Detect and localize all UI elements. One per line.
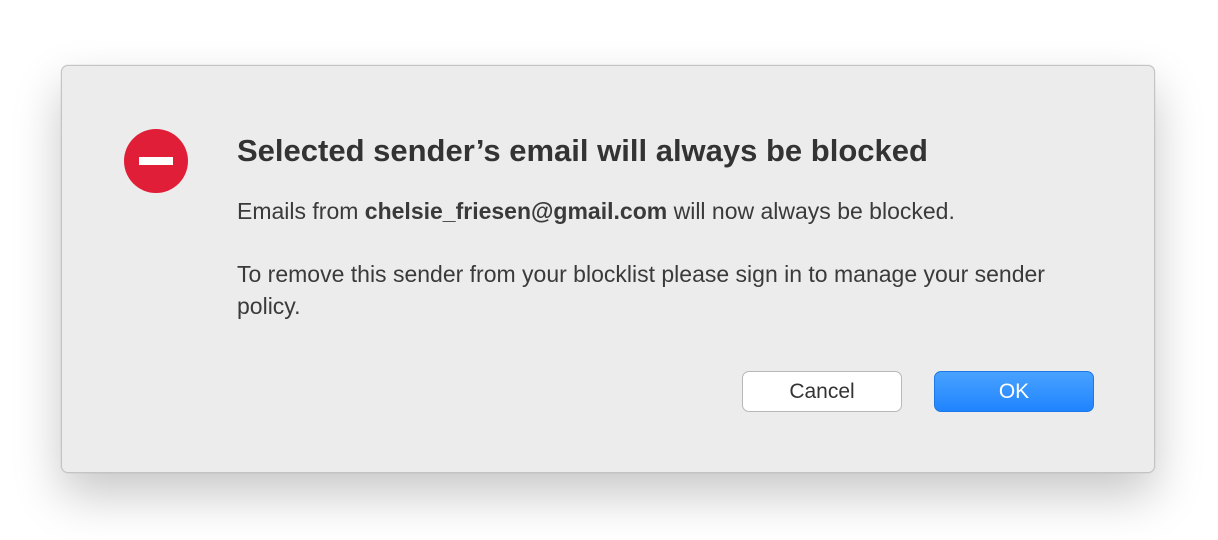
cancel-button[interactable]: Cancel bbox=[742, 371, 902, 412]
stop-icon-bar bbox=[139, 157, 173, 165]
dialog-instructions: To remove this sender from your blocklis… bbox=[237, 261, 1045, 319]
alert-dialog: Selected sender’s email will always be b… bbox=[61, 65, 1155, 473]
stop-icon bbox=[124, 129, 188, 193]
message-suffix: will now always be blocked. bbox=[667, 198, 955, 224]
dialog-content: Selected sender’s email will always be b… bbox=[237, 130, 1117, 322]
message-prefix: Emails from bbox=[237, 198, 365, 224]
sender-email: chelsie_friesen@gmail.com bbox=[364, 198, 668, 224]
dialog-title: Selected sender’s email will always be b… bbox=[237, 133, 928, 168]
ok-button[interactable]: OK bbox=[934, 371, 1094, 412]
dialog-message: Emails from chelsie_friesen@gmail.com wi… bbox=[237, 195, 1117, 227]
